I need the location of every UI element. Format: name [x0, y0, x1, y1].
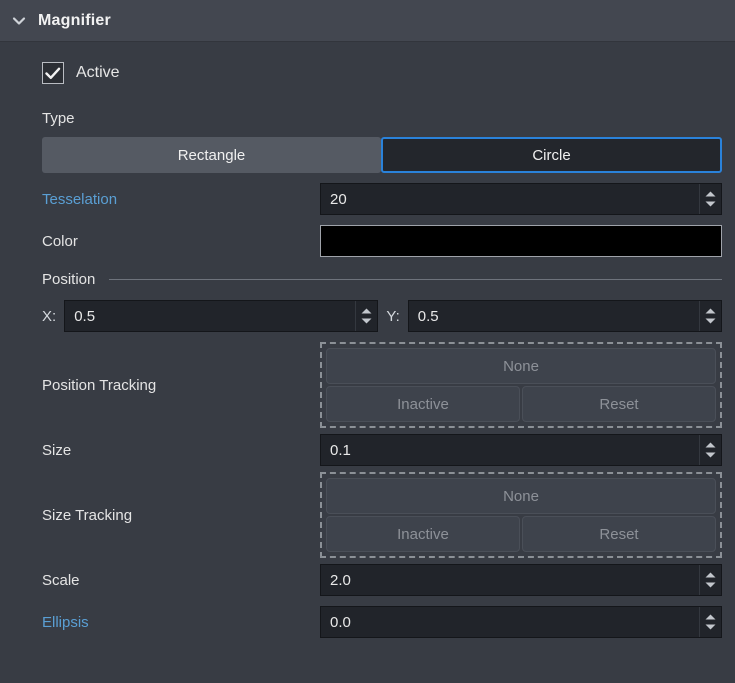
position-x-spinbox[interactable]: 0.5 [64, 300, 379, 332]
size-stepper[interactable] [699, 435, 721, 465]
size-tracking-reset-button[interactable]: Reset [522, 516, 716, 552]
size-tracking-state-button[interactable]: Inactive [326, 516, 520, 552]
active-label: Active [76, 64, 120, 81]
type-option-rectangle[interactable]: Rectangle [42, 137, 381, 173]
position-x-stepper[interactable] [355, 301, 377, 331]
arrow-down-icon [705, 452, 716, 458]
position-tracking-actions: Inactive Reset [326, 386, 716, 422]
scale-label: Scale [42, 571, 80, 589]
position-tracking-reset-button[interactable]: Reset [522, 386, 716, 422]
position-tracking-state-button[interactable]: Inactive [326, 386, 520, 422]
size-tracking-group: None Inactive Reset [320, 472, 722, 558]
size-value[interactable]: 0.1 [321, 435, 699, 465]
size-spinbox[interactable]: 0.1 [320, 434, 722, 466]
arrow-up-icon [705, 572, 716, 578]
ellipsis-value[interactable]: 0.0 [321, 607, 699, 637]
scale-value[interactable]: 2.0 [321, 565, 699, 595]
arrow-up-icon [705, 614, 716, 620]
active-checkbox[interactable] [42, 62, 64, 84]
color-swatch[interactable] [320, 225, 722, 257]
arrow-down-icon [705, 582, 716, 588]
position-xy-row: X: 0.5 Y: 0.5 [0, 300, 735, 332]
tesselation-value[interactable]: 20 [321, 184, 699, 214]
scale-row: Scale 2.0 [0, 564, 735, 596]
type-label-text: Type [42, 110, 75, 127]
position-x-label: X: [42, 307, 57, 325]
size-tracking-actions: Inactive Reset [326, 516, 716, 552]
panel-header[interactable]: Magnifier [0, 0, 735, 42]
size-row: Size 0.1 [0, 434, 735, 466]
color-label: Color [42, 232, 78, 250]
arrow-down-icon [361, 318, 372, 324]
position-tracking-label: Position Tracking [42, 376, 157, 394]
active-row: Active [0, 42, 735, 90]
type-segmented-control[interactable]: Rectangle Circle [42, 137, 722, 173]
scale-spinbox[interactable]: 2.0 [320, 564, 722, 596]
position-y-label: Y: [386, 307, 400, 325]
arrow-up-icon [705, 308, 716, 314]
ellipsis-stepper[interactable] [699, 607, 721, 637]
section-divider [109, 279, 722, 280]
page-title: Magnifier [38, 11, 111, 29]
tesselation-row: Tesselation 20 [0, 183, 735, 215]
ellipsis-label: Ellipsis [42, 613, 89, 631]
tesselation-spinbox[interactable]: 20 [320, 183, 722, 215]
position-tracking-mode-button[interactable]: None [326, 348, 716, 384]
arrow-up-icon [361, 308, 372, 314]
position-tracking-row: Position Tracking None Inactive Reset [0, 342, 735, 428]
magnifier-properties-body: Active Type Rectangle Circle Tesselation… [0, 42, 735, 638]
position-y-value[interactable]: 0.5 [409, 301, 699, 331]
arrow-down-icon [705, 201, 716, 207]
position-y-stepper[interactable] [699, 301, 721, 331]
size-tracking-mode-button[interactable]: None [326, 478, 716, 514]
position-tracking-group: None Inactive Reset [320, 342, 722, 428]
position-section-label: Position [0, 271, 735, 288]
arrow-down-icon [705, 624, 716, 630]
size-label: Size [42, 441, 72, 459]
size-tracking-row: Size Tracking None Inactive Reset [0, 472, 735, 558]
ellipsis-row: Ellipsis 0.0 [0, 606, 735, 638]
type-option-circle[interactable]: Circle [381, 137, 722, 173]
ellipsis-spinbox[interactable]: 0.0 [320, 606, 722, 638]
position-x-value[interactable]: 0.5 [65, 301, 355, 331]
position-y-spinbox[interactable]: 0.5 [407, 300, 723, 332]
size-tracking-label: Size Tracking [42, 506, 133, 524]
color-row: Color [0, 225, 735, 257]
arrow-up-icon [705, 442, 716, 448]
checkmark-icon [45, 67, 61, 79]
tesselation-stepper[interactable] [699, 184, 721, 214]
chevron-down-icon[interactable] [8, 10, 30, 32]
position-label-text: Position [42, 271, 96, 288]
tesselation-label: Tesselation [42, 190, 118, 208]
scale-stepper[interactable] [699, 565, 721, 595]
arrow-down-icon [705, 318, 716, 324]
arrow-up-icon [705, 191, 716, 197]
type-section-label: Type [0, 110, 735, 127]
